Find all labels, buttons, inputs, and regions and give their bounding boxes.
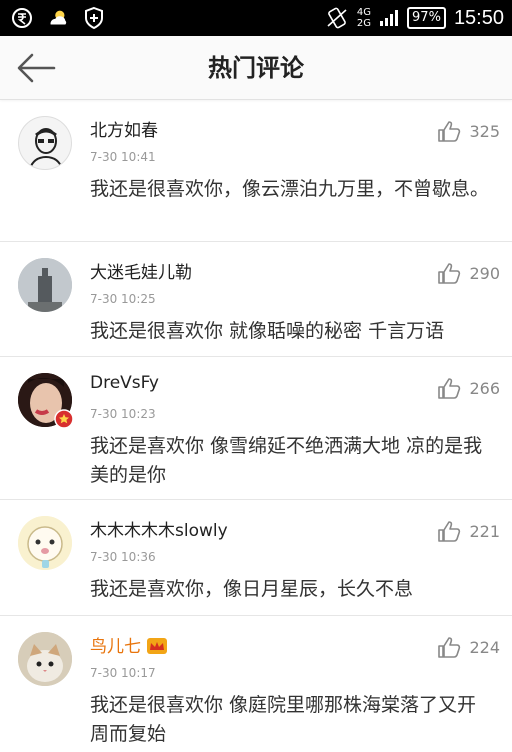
username-label: 鸟儿七 xyxy=(90,637,141,657)
clock: 15:50 xyxy=(453,6,504,29)
network-bottom-label: 2G xyxy=(356,18,372,29)
comment-item: DreVsFy 7-30 10:23 266 我还是喜欢你 像雪绵延不绝洒满大地… xyxy=(0,357,512,500)
like-count: 221 xyxy=(469,521,500,541)
rupee-icon xyxy=(10,6,34,30)
username[interactable]: 鸟儿七 xyxy=(90,632,167,657)
comment-time: 7-30 10:41 xyxy=(90,150,156,164)
comment-text: 我还是很喜欢你 就像聒噪的秘密 千言万语 xyxy=(90,320,445,342)
username[interactable]: 木木木木木slowly xyxy=(90,516,228,541)
like-count: 290 xyxy=(469,263,500,283)
comment-text: 我还是喜欢你 像雪绵延不绝洒满大地 凉的是我 美的是你 xyxy=(90,435,483,486)
comment-text: 我还是喜欢你，像日月星辰，长久不息 xyxy=(90,578,414,600)
signal-icon xyxy=(380,10,399,26)
avatar[interactable] xyxy=(18,516,72,570)
thumbs-up-icon xyxy=(438,637,461,658)
like-button[interactable]: 266 xyxy=(437,377,500,399)
status-icons-right: 4G 2G 97% 15:50 xyxy=(325,4,504,32)
like-button[interactable]: 221 xyxy=(437,520,500,542)
thumbs-up-icon xyxy=(438,263,461,284)
comment-time: 7-30 10:36 xyxy=(90,550,156,564)
comment-text: 我还是很喜欢你，像云漂泊九万里，不曾歇息。 xyxy=(90,178,490,200)
comment-time: 7-30 10:25 xyxy=(90,292,156,306)
status-icons-left xyxy=(10,6,106,30)
back-button[interactable] xyxy=(16,50,60,86)
comment-item: 北方如春 7-30 10:41 325 我还是很喜欢你，像云漂泊九万里，不曾歇息… xyxy=(0,100,512,242)
like-button[interactable]: 290 xyxy=(437,262,500,284)
status-bar: 4G 2G 97% 15:50 xyxy=(0,0,512,36)
network-top-label: 4G xyxy=(356,7,372,18)
comment-time: 7-30 10:17 xyxy=(90,666,156,680)
comment-item: 大迷毛娃儿勒 7-30 10:25 290 我还是很喜欢你 就像聒噪的秘密 千言… xyxy=(0,242,512,357)
like-button[interactable]: 224 xyxy=(437,636,500,658)
thumbs-up-icon xyxy=(438,521,461,542)
vibrate-icon xyxy=(327,7,347,29)
battery-indicator: 97% xyxy=(407,7,446,29)
username[interactable]: 北方如春 xyxy=(90,116,158,141)
comment-item: 鸟儿七 7-30 10:17 224 我还是很喜欢你 像庭院里哪那株海棠落了又开… xyxy=(0,616,512,752)
avatar[interactable] xyxy=(18,632,72,686)
arrow-left-icon xyxy=(17,53,56,83)
like-count: 266 xyxy=(469,378,500,398)
avatar[interactable] xyxy=(18,116,72,170)
comment-time: 7-30 10:23 xyxy=(90,407,156,421)
like-button[interactable]: 325 xyxy=(437,120,500,142)
comment-text: 我还是很喜欢你 像庭院里哪那株海棠落了又开 周而复始 xyxy=(90,694,477,745)
crown-icon xyxy=(147,638,167,654)
thumbs-up-icon xyxy=(438,378,461,399)
shield-icon xyxy=(82,6,106,30)
comment-list: 北方如春 7-30 10:41 325 我还是很喜欢你，像云漂泊九万里，不曾歇息… xyxy=(0,100,512,752)
page-title: 热门评论 xyxy=(208,54,304,82)
thumbs-up-icon xyxy=(438,121,461,142)
network-indicator: 4G 2G xyxy=(357,7,371,29)
badge-icon xyxy=(54,409,74,429)
username[interactable]: DreVsFy xyxy=(90,373,159,393)
avatar[interactable] xyxy=(18,258,72,312)
like-count: 325 xyxy=(469,121,500,141)
weather-icon xyxy=(46,6,70,30)
like-count: 224 xyxy=(469,637,500,657)
username[interactable]: 大迷毛娃儿勒 xyxy=(90,258,192,283)
comment-item: 木木木木木slowly 7-30 10:36 221 我还是喜欢你，像日月星辰，… xyxy=(0,500,512,616)
app-bar: 热门评论 xyxy=(0,36,512,100)
